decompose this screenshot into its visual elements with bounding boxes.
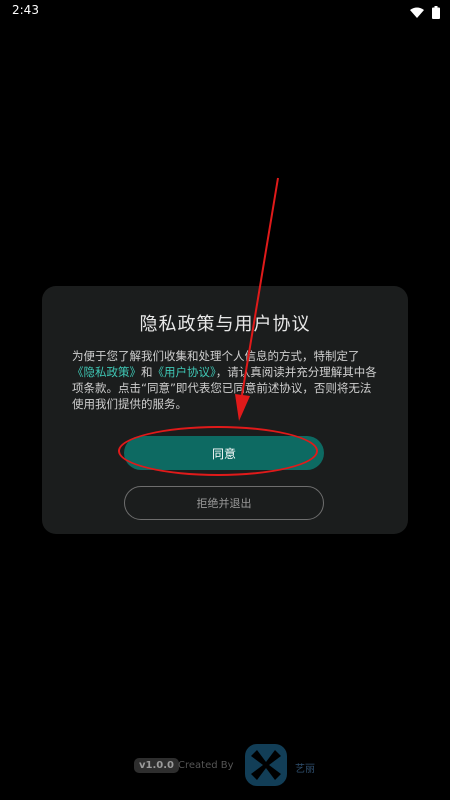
brand-name: 艺丽	[295, 764, 315, 775]
status-icons	[410, 4, 440, 23]
wifi-icon	[410, 4, 424, 23]
dialog-title: 隐私政策与用户协议	[139, 314, 311, 335]
agree-button[interactable]: 同意	[124, 436, 324, 470]
battery-icon	[432, 4, 440, 23]
status-time: 2:43	[12, 3, 39, 17]
user-agreement-link[interactable]: 《用户协议》	[153, 365, 216, 379]
brand-logo-icon	[241, 740, 291, 790]
privacy-dialog: 隐私政策与用户协议 为便于您了解我们收集和处理个人信息的方式，特制定了《隐私政策…	[42, 286, 408, 534]
dialog-body-and: 和	[141, 365, 153, 379]
footer: v1.0.0 Created By 艺丽	[0, 740, 450, 800]
dialog-body: 为便于您了解我们收集和处理个人信息的方式，特制定了《隐私政策》和《用户协议》，请…	[72, 348, 380, 412]
reject-and-exit-button[interactable]: 拒绝并退出	[124, 486, 324, 520]
created-by-label: Created By	[178, 760, 234, 771]
dialog-body-text: 为便于您了解我们收集和处理个人信息的方式，特制定了	[72, 349, 360, 363]
version-badge: v1.0.0	[134, 758, 179, 773]
privacy-policy-link[interactable]: 《隐私政策》	[72, 365, 141, 379]
status-bar: 2:43	[0, 0, 450, 22]
